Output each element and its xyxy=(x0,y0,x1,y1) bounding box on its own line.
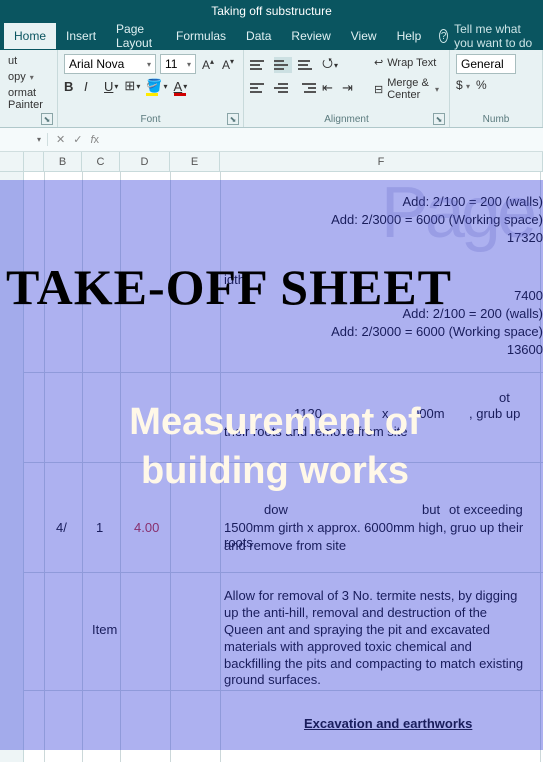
orientation-button[interactable]: ⭯▾ xyxy=(322,54,338,76)
title-bar: Taking off substructure xyxy=(0,0,543,22)
name-box[interactable]: ▾ xyxy=(0,133,48,146)
merge-icon: ⊟ xyxy=(374,83,383,96)
ribbon: ut opy▾ ormat Painter ⬊ Arial Nova▾ 11▾ … xyxy=(0,50,543,128)
merge-center-button[interactable]: ⊟Merge & Center▾ xyxy=(370,75,443,103)
cell-section-heading: Excavation and earthworks xyxy=(304,716,472,731)
cell-total: 17320 xyxy=(43,230,543,245)
col-header-f[interactable]: F xyxy=(220,152,543,171)
align-top-button[interactable] xyxy=(250,57,268,73)
cell-qty: 1 xyxy=(96,520,103,535)
overlay-subtitle: Measurement of building works xyxy=(60,398,490,497)
align-center-button[interactable] xyxy=(274,80,292,96)
fill-color-button[interactable]: 🪣▾ xyxy=(146,78,167,94)
number-group-label: Numb xyxy=(450,114,542,125)
tell-me-search[interactable]: ? Tell me what you want to do xyxy=(439,22,539,50)
wrap-text-button[interactable]: ↩Wrap Text xyxy=(370,54,443,71)
copy-button[interactable]: opy▾ xyxy=(6,70,51,84)
col-header-a[interactable] xyxy=(24,152,44,171)
ribbon-tabs: Home Insert Page Layout Formulas Data Re… xyxy=(0,22,543,50)
tab-view[interactable]: View xyxy=(341,23,387,49)
cut-button[interactable]: ut xyxy=(6,54,51,68)
decrease-font-button[interactable]: A▾ xyxy=(220,57,236,72)
number-format-select[interactable]: General xyxy=(456,54,516,74)
col-header-c[interactable]: C xyxy=(82,152,120,171)
percent-button[interactable]: % xyxy=(476,78,487,92)
number-group: General $ ▾ % Numb xyxy=(450,50,543,127)
col-header-e[interactable]: E xyxy=(170,152,220,171)
cell-dim: 4.00 xyxy=(134,520,159,535)
select-all-corner[interactable] xyxy=(0,152,24,171)
cell-calc: Add: 2/100 = 200 (walls) xyxy=(43,194,543,209)
cell-total: 13600 xyxy=(43,342,543,357)
alignment-group: ⭯▾ ⇤ ⇥ ↩Wrap Text ⊟Merge & Center▾ Align… xyxy=(244,50,450,127)
alignment-dialog-launcher[interactable]: ⬊ xyxy=(433,113,445,125)
underline-button[interactable]: U▾ xyxy=(104,79,118,94)
cell-qty: 4/ xyxy=(56,520,67,535)
tab-insert[interactable]: Insert xyxy=(56,23,106,49)
align-right-button[interactable] xyxy=(298,80,316,96)
font-dialog-launcher[interactable]: ⬊ xyxy=(227,113,239,125)
fx-button[interactable]: fx xyxy=(90,134,99,146)
enter-formula-button[interactable]: ✓ xyxy=(73,133,82,146)
tab-help[interactable]: Help xyxy=(387,23,432,49)
cell-desc: dow xyxy=(264,502,288,517)
align-left-button[interactable] xyxy=(250,80,268,96)
increase-font-button[interactable]: A▴ xyxy=(200,57,216,72)
overlay-title: TAKE-OFF SHEET xyxy=(6,258,452,316)
col-header-d[interactable]: D xyxy=(120,152,170,171)
column-headers: B C D E F xyxy=(0,152,543,172)
lightbulb-icon: ? xyxy=(439,29,448,43)
tell-me-label: Tell me what you want to do xyxy=(454,22,539,50)
tab-data[interactable]: Data xyxy=(236,23,281,49)
formula-bar: ▾ ✕ ✓ fx xyxy=(0,128,543,152)
italic-button[interactable]: I xyxy=(84,79,98,94)
font-name-select[interactable]: Arial Nova▾ xyxy=(64,54,156,74)
cell-desc: ot exceeding xyxy=(449,502,523,517)
font-group-label: Font xyxy=(58,114,243,125)
tab-formulas[interactable]: Formulas xyxy=(166,23,236,49)
bold-button[interactable]: B xyxy=(64,79,78,94)
clipboard-dialog-launcher[interactable]: ⬊ xyxy=(41,113,53,125)
tab-home[interactable]: Home xyxy=(4,23,56,49)
cell-item-label: Item xyxy=(92,622,117,637)
cell-termite-desc: Allow for removal of 3 No. termite nests… xyxy=(224,588,524,689)
format-painter-button[interactable]: ormat Painter xyxy=(6,86,51,112)
increase-indent-button[interactable]: ⇥ xyxy=(342,80,356,96)
col-header-b[interactable]: B xyxy=(44,152,82,171)
currency-button[interactable]: $ ▾ xyxy=(456,78,470,92)
cancel-formula-button[interactable]: ✕ xyxy=(56,133,65,146)
font-color-button[interactable]: A▾ xyxy=(174,79,188,94)
clipboard-group: ut opy▾ ormat Painter ⬊ xyxy=(0,50,58,127)
align-middle-button[interactable] xyxy=(274,57,292,73)
alignment-group-label: Alignment xyxy=(244,114,449,125)
cell-desc: but xyxy=(422,502,440,517)
border-button[interactable]: ⊞▾ xyxy=(124,78,140,94)
cell-desc: ot xyxy=(499,390,510,405)
align-bottom-button[interactable] xyxy=(298,57,316,73)
font-group: Arial Nova▾ 11▾ A▴ A▾ B I U▾ ⊞▾ 🪣▾ A▾ Fo… xyxy=(58,50,244,127)
window-title: Taking off substructure xyxy=(211,4,332,18)
wrap-icon: ↩ xyxy=(374,56,383,69)
tab-review[interactable]: Review xyxy=(281,23,340,49)
cell-calc: Add: 2/3000 = 6000 (Working space) xyxy=(43,212,543,227)
cell-calc: Add: 2/3000 = 6000 (Working space) xyxy=(43,324,543,339)
cell-desc: and remove from site xyxy=(224,538,346,553)
font-size-select[interactable]: 11▾ xyxy=(160,54,196,74)
decrease-indent-button[interactable]: ⇤ xyxy=(322,80,336,96)
